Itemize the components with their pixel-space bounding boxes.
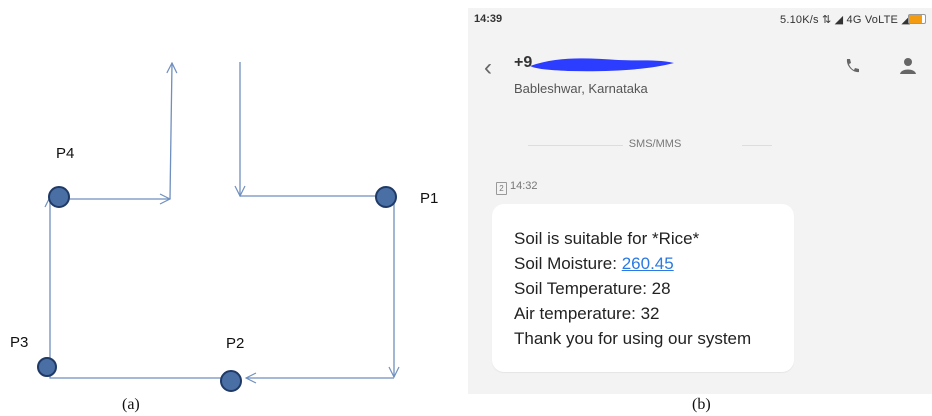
person-icon[interactable]: [898, 56, 918, 76]
conversation-header: ‹ +9 Bableshwar, Karnataka: [468, 44, 932, 106]
caption-b: (b): [692, 396, 711, 413]
divider-label: SMS/MMS: [622, 138, 688, 150]
label-p4: P4: [56, 145, 74, 162]
node-p2: [220, 370, 242, 392]
back-icon[interactable]: ‹: [484, 56, 500, 80]
call-icon[interactable]: [842, 56, 862, 76]
node-p3: [37, 357, 57, 377]
moisture-value-link[interactable]: 260.45: [622, 254, 674, 273]
message-line: Soil is suitable for *Rice*: [514, 229, 700, 248]
message-line: Air temperature: 32: [514, 304, 660, 323]
sms-screenshot: 14:39 5.10K/s ⇅ ◢ 4G VoLTE ◢ ‹ +9 Bables…: [468, 8, 932, 394]
message-line: Soil Moisture: 260.45: [514, 251, 751, 276]
status-bar: 14:39 5.10K/s ⇅ ◢ 4G VoLTE ◢: [468, 8, 932, 30]
node-p4: [48, 186, 70, 208]
label-p3: P3: [10, 334, 28, 351]
path-diagram: P1 P2 P3 P4: [10, 0, 438, 392]
caption-a: (a): [122, 396, 140, 413]
contact-location: Bableshwar, Karnataka: [514, 81, 648, 96]
redaction-scribble: [530, 58, 674, 72]
status-time: 14:39: [474, 13, 503, 25]
battery-icon: [908, 14, 926, 24]
exit-arrow: [170, 63, 172, 200]
label-p2: P2: [226, 335, 244, 352]
network-status: 5.10K/s ⇅ ◢ 4G VoLTE ◢: [780, 14, 910, 26]
sms-divider: SMS/MMS: [468, 138, 932, 154]
message-line: Thank you for using our system: [514, 329, 752, 348]
edge-p1-down: [240, 195, 394, 377]
edge-p2-p3: [50, 197, 230, 379]
message-timestamp: 2 14:32: [496, 180, 538, 195]
divider-line-left: [528, 145, 638, 146]
moisture-label: Soil Moisture:: [514, 254, 622, 273]
divider-line-right: [742, 145, 772, 146]
message-bubble[interactable]: Soil is suitable for *Rice* Soil Moistur…: [492, 204, 794, 372]
message-time: 14:32: [510, 180, 538, 192]
message-line: Soil Temperature: 28: [514, 279, 671, 298]
sim-icon: 2: [496, 182, 507, 195]
label-p1: P1: [420, 190, 438, 207]
node-p1: [375, 186, 397, 208]
